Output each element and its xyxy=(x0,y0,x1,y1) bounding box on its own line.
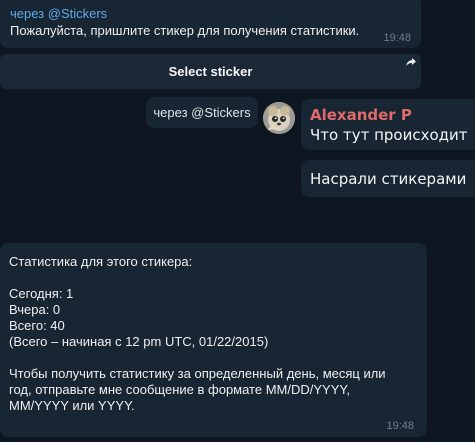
user-message-bubble: Насрали стикерами xyxy=(301,160,475,197)
bot-message-stats: Статистика для этого стикера: Сегодня: 1… xyxy=(0,243,427,437)
select-sticker-button[interactable]: Select sticker xyxy=(0,54,421,89)
stats-text: Статистика для этого стикера: Сегодня: 1… xyxy=(9,254,386,413)
sender-name[interactable]: Alexander P xyxy=(310,107,475,124)
message-time: 19:48 xyxy=(383,32,411,44)
message-text: Насрали стикерами xyxy=(310,170,467,188)
select-sticker-label: Select sticker xyxy=(168,64,253,79)
bot-message-prompt: через @Stickers Пожалуйста, пришлите сти… xyxy=(0,0,421,48)
via-stickers-chip[interactable]: через @Stickers xyxy=(146,97,258,128)
avatar-image xyxy=(263,102,295,134)
user-message-bubble: Alexander P Что тут происходит xyxy=(301,99,475,150)
message-text: Что тут происходит xyxy=(310,126,468,144)
share-arrow-icon xyxy=(406,58,416,67)
via-bot-label[interactable]: через @Stickers xyxy=(10,6,421,22)
message-text: Пожалуйста, пришлите стикер для получени… xyxy=(10,23,360,38)
message-time: 19:48 xyxy=(386,420,414,432)
via-chip-text: через @Stickers xyxy=(153,105,251,120)
user-avatar[interactable] xyxy=(263,102,295,134)
